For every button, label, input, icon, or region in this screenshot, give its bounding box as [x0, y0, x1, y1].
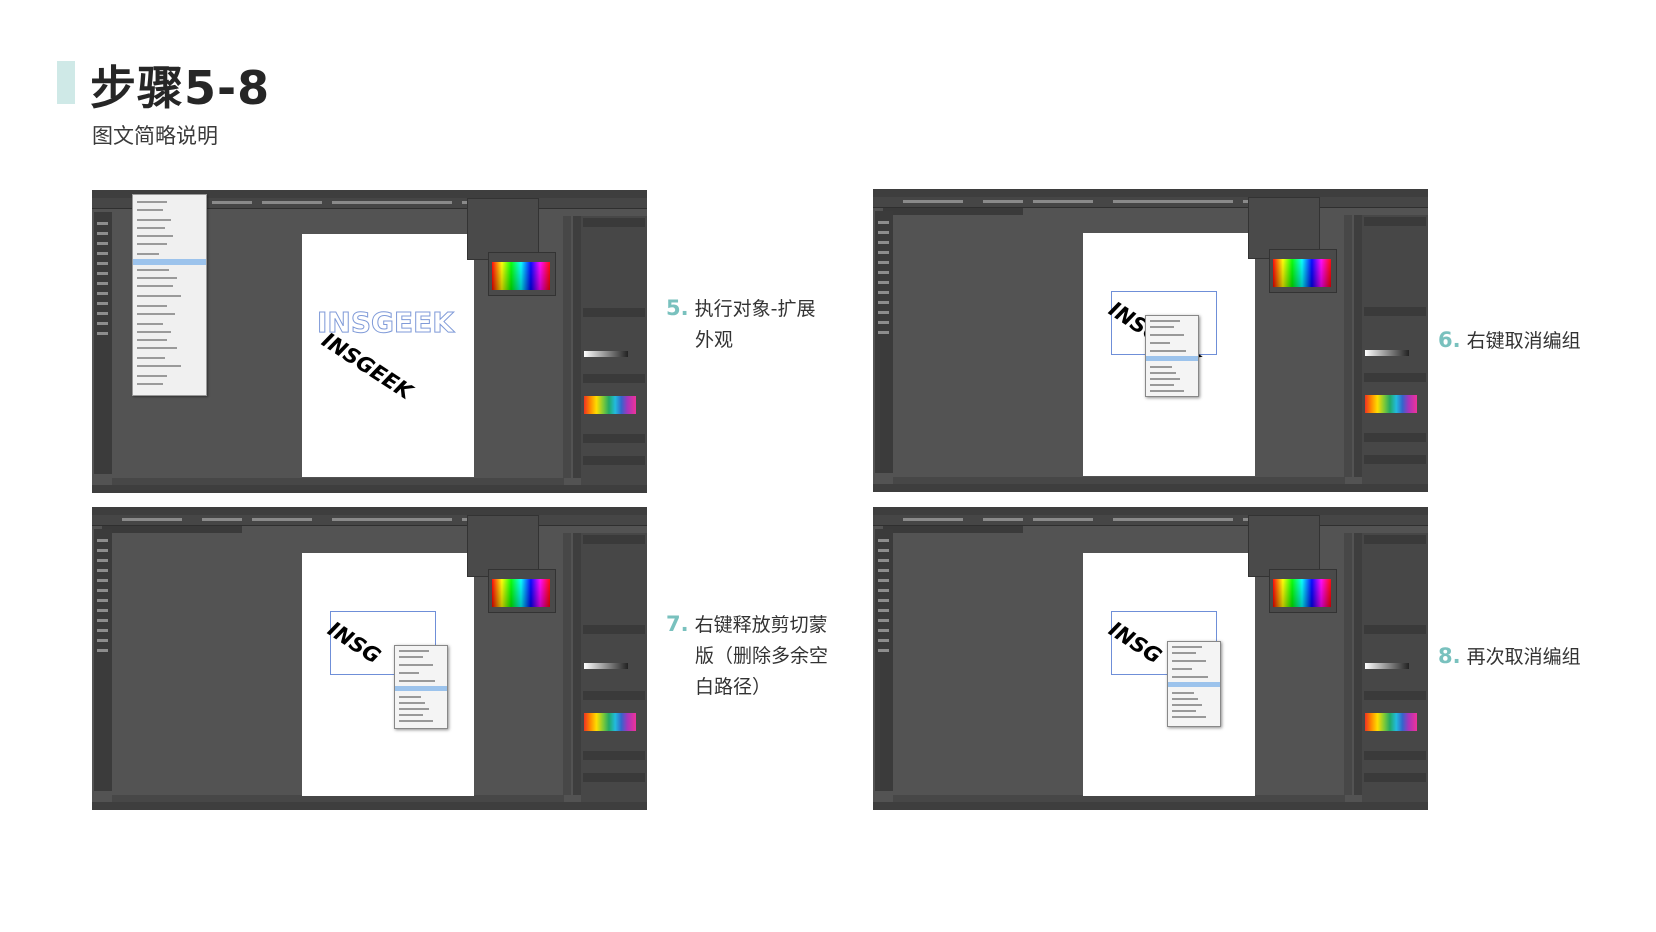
swatches[interactable] [584, 396, 636, 414]
app-options-bar [873, 197, 1428, 208]
step-5-line-1: 执行对象-扩展 [694, 298, 816, 320]
document-tab[interactable] [883, 526, 1023, 533]
title-accent-bar [57, 61, 75, 104]
document-tab[interactable] [883, 208, 1023, 215]
step-8-caption: 8. 再次取消编组 [1438, 641, 1581, 673]
step-8-number: 8. [1438, 644, 1461, 668]
color-spectrum[interactable] [492, 262, 550, 290]
step-7-caption: 7. 右键释放剪切蒙 版（删除多余空 白路径） [666, 609, 828, 703]
object-menu-dropdown [132, 194, 207, 396]
swatches[interactable] [584, 713, 636, 731]
step-5-number: 5. [666, 296, 689, 320]
artboard: INSGEEK INSGEEK [302, 234, 474, 477]
appearance-panel [467, 515, 539, 577]
ungroup-menu-item[interactable] [1146, 356, 1198, 361]
artboard: INSG [302, 553, 474, 796]
app-menubar [873, 189, 1428, 197]
tools-panel [94, 212, 112, 474]
step-8-line-1: 再次取消编组 [1466, 646, 1581, 668]
color-panel [488, 252, 556, 296]
step-6-caption: 6. 右键取消编组 [1438, 325, 1581, 357]
vertical-scrollbar [1344, 533, 1352, 795]
page-title: 步骤5-8 [90, 61, 271, 115]
panel-icon-strip [1354, 533, 1362, 795]
skewed-text: INSGEEK [317, 327, 417, 405]
document-tab[interactable] [102, 526, 242, 533]
ungroup-menu-item[interactable] [1168, 682, 1220, 687]
color-panel [1269, 569, 1337, 613]
horizontal-scrollbar [112, 795, 564, 802]
panel-icon-strip [1354, 215, 1362, 477]
step-7-line-3: 白路径） [695, 676, 772, 698]
tools-panel [94, 529, 112, 791]
app-options-bar [873, 515, 1428, 526]
appearance-panel [467, 198, 539, 260]
app-statusbar [92, 802, 647, 810]
horizontal-scrollbar [893, 795, 1345, 802]
expand-appearance-menu-item[interactable] [133, 259, 206, 265]
app-statusbar [92, 485, 647, 493]
step-6-line-1: 右键取消编组 [1466, 330, 1581, 352]
step-6-number: 6. [1438, 328, 1461, 352]
artboard: INSGEEK [1083, 233, 1255, 476]
screenshot-step-6: INSGEEK [873, 189, 1428, 492]
step-7-number: 7. [666, 612, 689, 636]
swatches[interactable] [1365, 713, 1417, 731]
swatches[interactable] [1365, 395, 1417, 413]
color-spectrum[interactable] [1273, 579, 1331, 607]
screenshot-step-5: INSGEEK INSGEEK [92, 190, 647, 493]
context-menu [1145, 315, 1199, 397]
app-menubar [873, 507, 1428, 515]
release-clipping-mask-menu-item[interactable] [395, 686, 447, 691]
color-spectrum[interactable] [1273, 259, 1331, 287]
context-menu [394, 645, 448, 729]
step-5-line-2: 外观 [695, 329, 734, 351]
step-7-line-1: 右键释放剪切蒙 [694, 614, 828, 636]
screenshot-step-8: INSG [873, 507, 1428, 810]
app-menubar [92, 507, 647, 515]
right-panel-dock [581, 216, 647, 485]
tools-panel [875, 529, 893, 791]
artboard: INSG [1083, 553, 1255, 796]
context-menu [1167, 641, 1221, 727]
app-statusbar [873, 484, 1428, 492]
app-statusbar [873, 802, 1428, 810]
right-panel-dock [1362, 215, 1428, 484]
horizontal-scrollbar [893, 477, 1345, 484]
horizontal-scrollbar [112, 478, 564, 485]
panel-icon-strip [573, 533, 581, 795]
step-7-line-2: 版（删除多余空 [695, 645, 829, 667]
screenshot-step-7: INSG [92, 507, 647, 810]
panel-icon-strip [573, 216, 581, 478]
page-subtitle: 图文简略说明 [92, 124, 218, 148]
tools-panel [875, 211, 893, 473]
right-panel-dock [581, 533, 647, 802]
color-panel [1269, 249, 1337, 293]
appearance-panel [1248, 515, 1320, 577]
app-options-bar [92, 515, 647, 526]
right-panel-dock [1362, 533, 1428, 802]
vertical-scrollbar [563, 216, 571, 478]
vertical-scrollbar [563, 533, 571, 795]
vertical-scrollbar [1344, 215, 1352, 477]
color-panel [488, 569, 556, 613]
step-5-caption: 5. 执行对象-扩展 外观 [666, 293, 815, 356]
color-spectrum[interactable] [492, 579, 550, 607]
